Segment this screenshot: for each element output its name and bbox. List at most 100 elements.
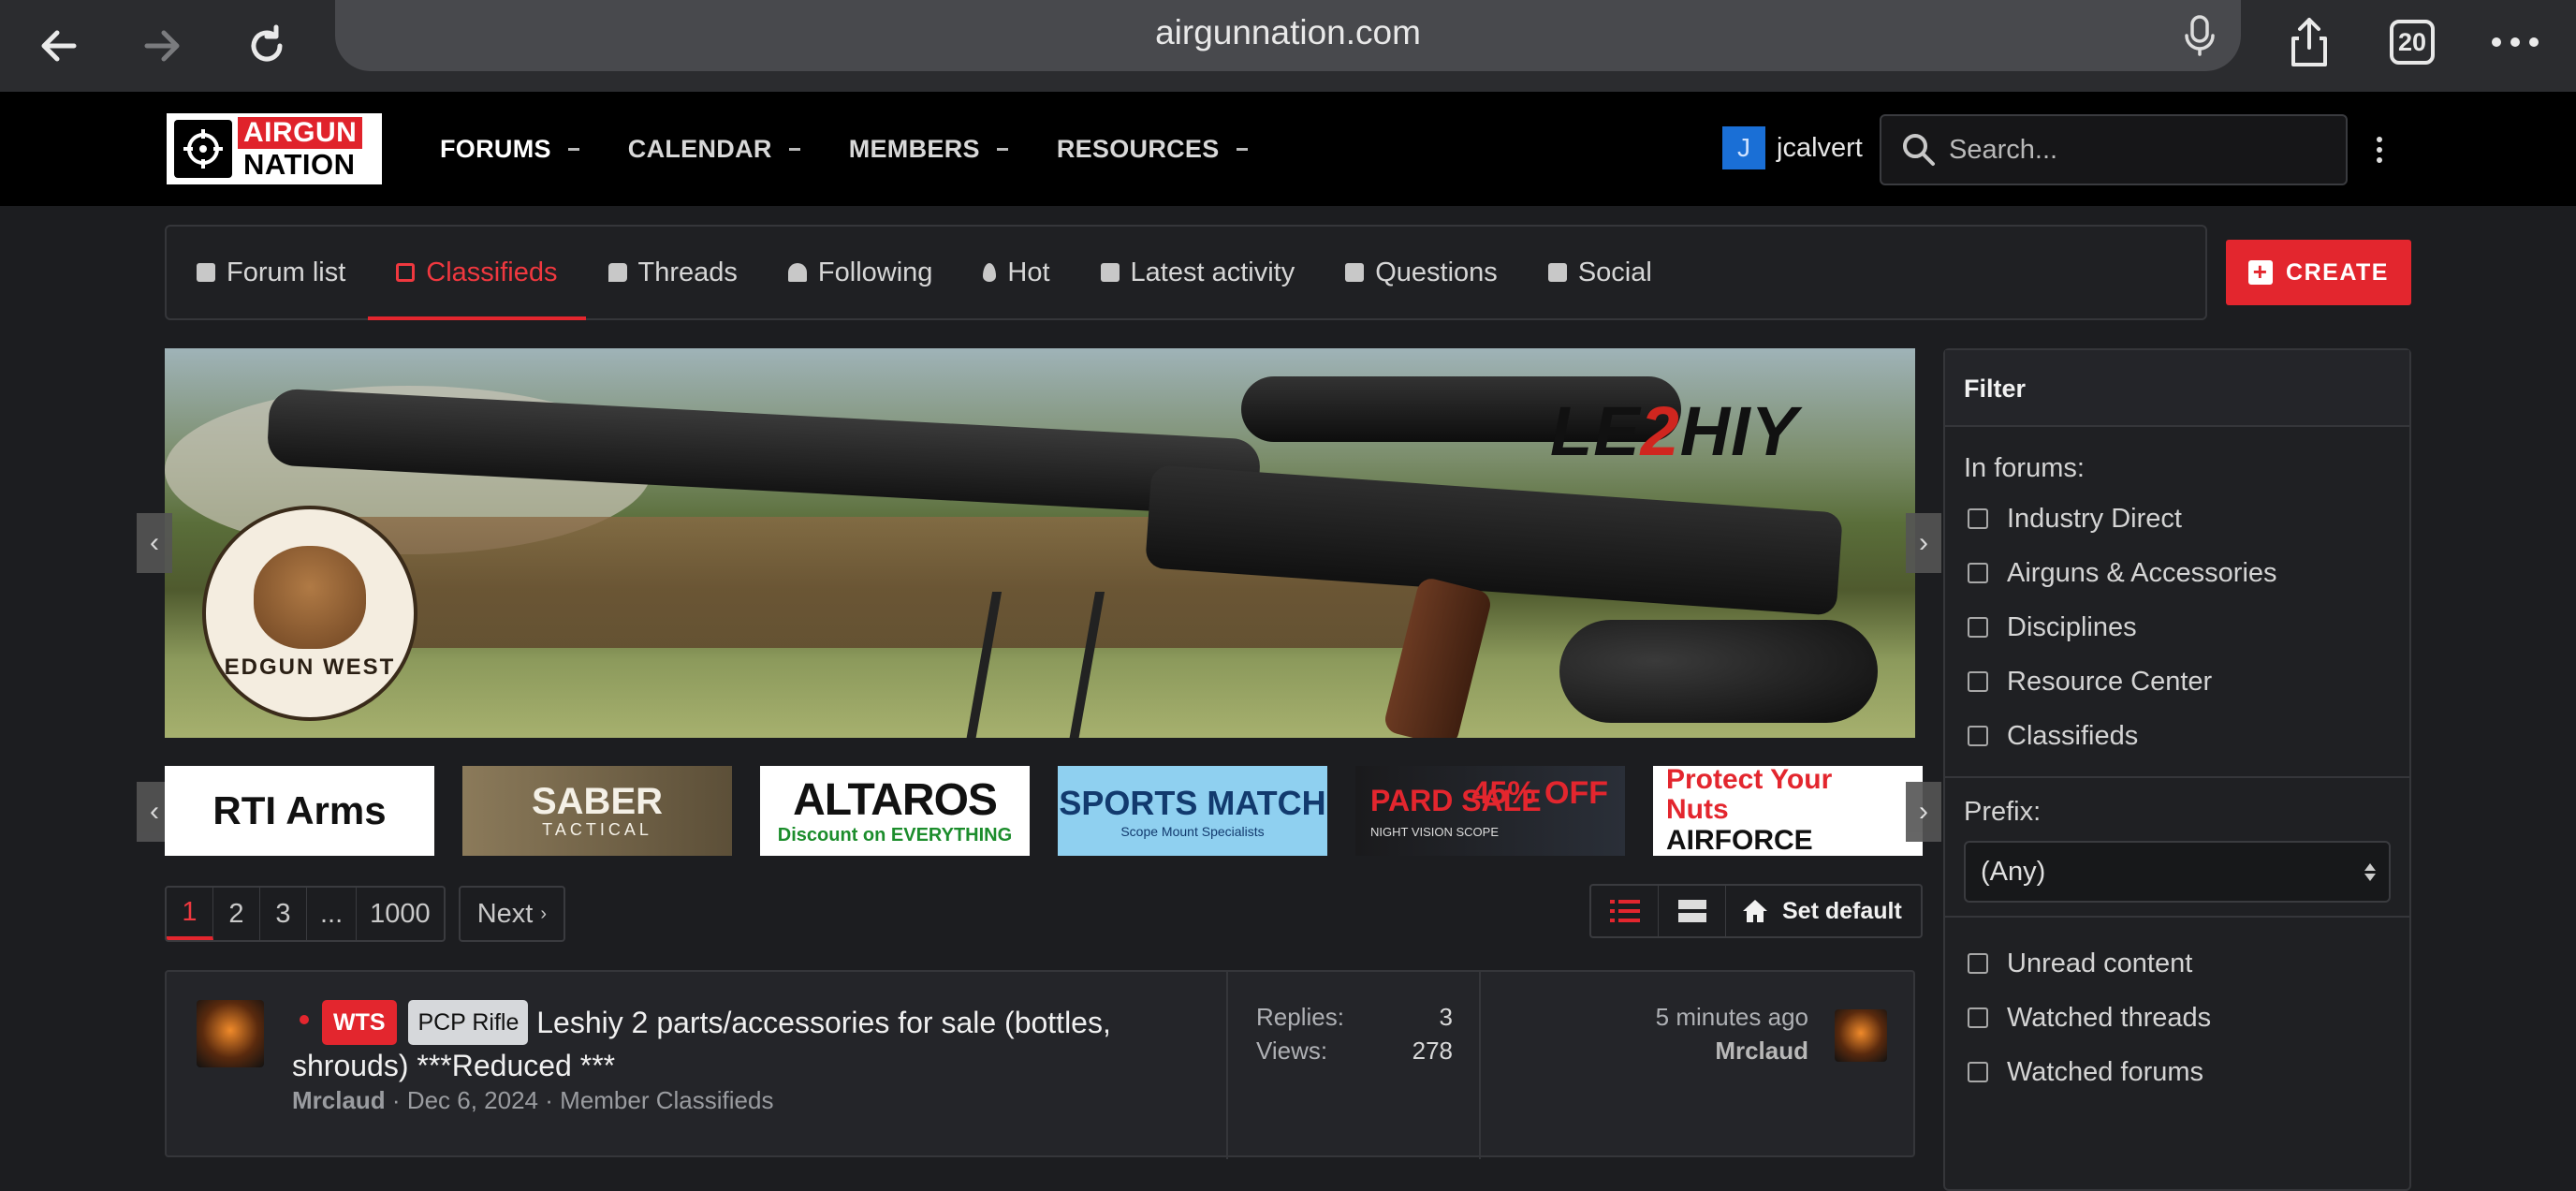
filter-disciplines[interactable]: Disciplines xyxy=(1945,600,2409,654)
dropdown-icon[interactable] xyxy=(788,147,800,151)
list-icon xyxy=(1609,900,1640,922)
sponsor-pard[interactable]: PARD SALE 45% OFF NIGHT VISION SCOPE xyxy=(1355,766,1625,856)
filter-industry-direct[interactable]: Industry Direct xyxy=(1945,492,2409,546)
thread-row[interactable]: WTS PCP Rifle Leshiy 2 parts/accessories… xyxy=(165,970,1915,1159)
checkbox[interactable] xyxy=(1968,1062,1988,1082)
forward-button[interactable] xyxy=(129,13,195,79)
sponsor-saber-tactical[interactable]: SABER TACTICAL xyxy=(462,766,732,856)
page-1[interactable]: 1 xyxy=(167,888,213,940)
sponsor-sports-match[interactable]: SPORTS MATCH Scope Mount Specialists xyxy=(1058,766,1327,856)
filter-unread-content[interactable]: Unread content xyxy=(1945,936,2409,991)
checkbox[interactable] xyxy=(1968,508,1988,529)
prefix-select[interactable]: (Any) xyxy=(1964,841,2391,903)
list-view-button[interactable] xyxy=(1591,886,1659,936)
avatar[interactable] xyxy=(1835,1009,1887,1062)
avatar[interactable] xyxy=(197,1000,264,1067)
chevron-right-icon: › xyxy=(1919,796,1928,827)
checkbox[interactable] xyxy=(1968,1007,1988,1028)
set-default-button[interactable]: Set default xyxy=(1726,886,1921,936)
next-page-button[interactable]: Next › xyxy=(458,886,565,942)
nav-forums[interactable]: FORUMS xyxy=(440,135,579,164)
tab-hot[interactable]: Hot xyxy=(983,227,1050,318)
browser-toolbar: airgunnation.com 20 xyxy=(0,0,2576,92)
sponsor-airforce[interactable]: Protect Your Nuts AIRFORCE xyxy=(1653,766,1923,856)
tab-following[interactable]: Following xyxy=(787,227,932,318)
thread-date[interactable]: Dec 6, 2024 xyxy=(407,1086,538,1114)
page-ellipsis[interactable]: ... xyxy=(307,888,358,940)
checkbox[interactable] xyxy=(1968,671,1988,692)
page-2[interactable]: 2 xyxy=(213,888,260,940)
lezhiy-logo: LE2HIY xyxy=(1550,392,1799,470)
filter-watched-threads[interactable]: Watched threads xyxy=(1945,991,2409,1045)
sponsors-next-button[interactable]: › xyxy=(1906,782,1941,842)
prefix-wts-badge[interactable]: WTS xyxy=(322,1000,397,1045)
tabs-button[interactable]: 20 xyxy=(2379,9,2445,75)
create-button[interactable]: + CREATE xyxy=(2226,240,2411,305)
prefix-pcp-badge[interactable]: PCP Rifle xyxy=(408,1000,529,1045)
dropdown-icon[interactable] xyxy=(1236,147,1248,151)
grid-icon xyxy=(1677,900,1706,922)
banner-next-button[interactable]: › xyxy=(1906,513,1941,573)
checkbox[interactable] xyxy=(1968,617,1988,638)
plus-icon: + xyxy=(2248,259,2274,285)
search-input[interactable] xyxy=(1949,134,2323,166)
logo-line-2: NATION xyxy=(243,148,356,181)
banner-prev-button[interactable]: ‹ xyxy=(137,513,172,573)
page-3[interactable]: 3 xyxy=(260,888,307,940)
checkbox[interactable] xyxy=(1968,726,1988,746)
dropdown-icon[interactable] xyxy=(567,147,579,151)
site-header: AIRGUN NATION FORUMS CALENDAR MEMBERS RE… xyxy=(0,92,2576,206)
filter-panel: Filter In forums: Industry Direct Airgun… xyxy=(1943,348,2411,1191)
edgun-west-logo: EDGUN WEST xyxy=(202,506,417,721)
last-post: 5 minutes ago Mrclaud xyxy=(1552,1000,1808,1067)
share-button[interactable] xyxy=(2276,9,2342,75)
share-icon xyxy=(2291,18,2327,66)
tab-count-badge: 20 xyxy=(2390,20,2435,65)
nav-calendar[interactable]: CALENDAR xyxy=(628,135,800,164)
filter-watched-forums[interactable]: Watched forums xyxy=(1945,1045,2409,1099)
dropdown-icon[interactable] xyxy=(996,147,1008,151)
tab-social[interactable]: Social xyxy=(1547,227,1652,318)
site-logo[interactable]: AIRGUN NATION xyxy=(167,113,382,184)
select-arrows-icon xyxy=(2364,862,2376,881)
banner-ad[interactable]: EDGUN WEST LE2HIY xyxy=(165,348,1915,738)
tab-forum-list[interactable]: Forum list xyxy=(197,227,345,318)
checkbox[interactable] xyxy=(1968,953,1988,974)
address-bar[interactable]: airgunnation.com xyxy=(335,0,2241,71)
tab-classifieds[interactable]: Classifieds xyxy=(368,227,586,320)
section-tabs: Forum list Classifieds Threads Following… xyxy=(165,225,2207,320)
thread-title[interactable]: WTS PCP Rifle Leshiy 2 parts/accessories… xyxy=(292,1000,1228,1086)
tab-latest-activity[interactable]: Latest activity xyxy=(1100,227,1295,318)
last-post-time[interactable]: 5 minutes ago xyxy=(1552,1000,1808,1034)
page-last[interactable]: 1000 xyxy=(357,888,444,940)
nav-members[interactable]: MEMBERS xyxy=(849,135,1008,164)
comments-icon xyxy=(1100,263,1120,282)
forward-arrow-icon xyxy=(144,30,180,62)
filter-classifieds[interactable]: Classifieds xyxy=(1945,709,2409,763)
user-menu[interactable]: J jcalvert xyxy=(1722,126,1863,169)
sponsor-rti-arms[interactable]: RTI Arms xyxy=(165,766,434,856)
filter-airguns-accessories[interactable]: Airguns & Accessories xyxy=(1945,546,2409,600)
main-nav: FORUMS CALENDAR MEMBERS RESOURCES xyxy=(440,92,1296,206)
search-icon xyxy=(1903,134,1935,166)
more-menu-icon[interactable] xyxy=(2368,131,2391,169)
last-post-user[interactable]: Mrclaud xyxy=(1552,1034,1808,1067)
grid-view-button[interactable] xyxy=(1659,886,1726,936)
forum-list-icon xyxy=(197,263,215,282)
checkbox[interactable] xyxy=(1968,563,1988,583)
tab-threads[interactable]: Threads xyxy=(607,227,738,318)
sponsor-altaros[interactable]: ALTAROS Discount on EVERYTHING xyxy=(760,766,1030,856)
microphone-icon[interactable] xyxy=(2179,13,2220,58)
flame-icon xyxy=(983,263,997,282)
thread-forum[interactable]: Member Classifieds xyxy=(560,1086,773,1114)
search-field[interactable] xyxy=(1880,114,2348,185)
in-forums-label: In forums: xyxy=(1964,453,2085,483)
browser-menu-button[interactable] xyxy=(2482,9,2548,75)
tab-questions[interactable]: Questions xyxy=(1345,227,1498,318)
filter-resource-center[interactable]: Resource Center xyxy=(1945,654,2409,709)
reload-button[interactable] xyxy=(234,13,300,79)
back-button[interactable] xyxy=(26,13,92,79)
thread-author[interactable]: Mrclaud xyxy=(292,1086,386,1114)
nav-resources[interactable]: RESOURCES xyxy=(1057,135,1248,164)
thread-meta: Mrclaud · Dec 6, 2024 · Member Classifie… xyxy=(292,1086,774,1114)
